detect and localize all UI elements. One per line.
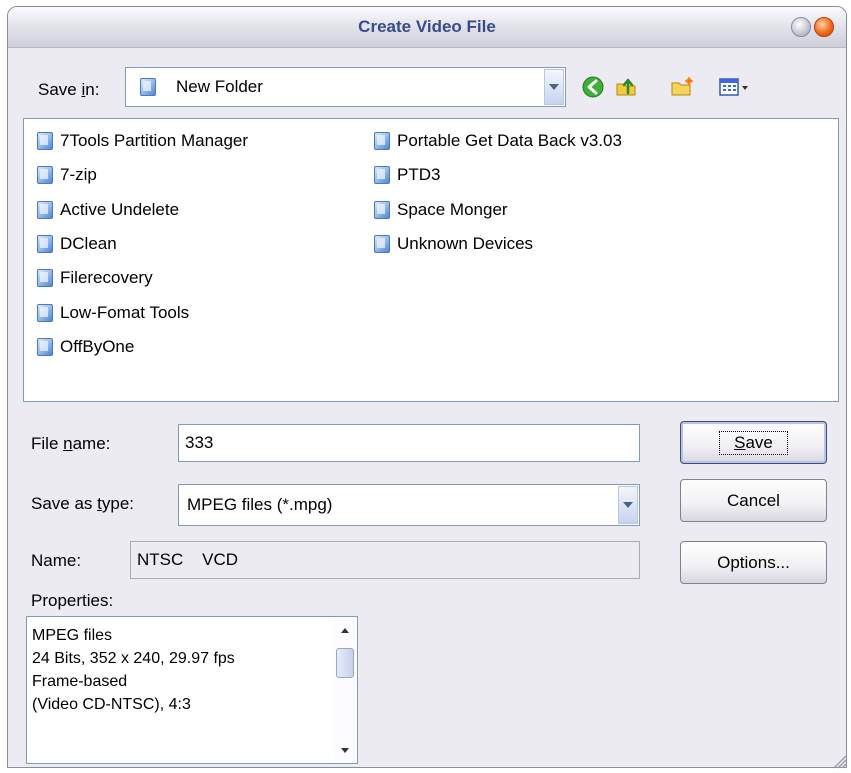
list-item[interactable]: 7Tools Partition Manager	[37, 128, 248, 154]
file-name-label: File name:	[31, 434, 111, 453]
folder-icon	[37, 337, 53, 356]
close-button[interactable]	[814, 17, 834, 37]
folder-icon	[37, 303, 53, 322]
list-item-label: Unknown Devices	[397, 233, 534, 253]
folder-icon	[374, 200, 390, 219]
list-item-label: Portable Get Data Back v3.03	[397, 131, 622, 150]
list-item[interactable]: Unknown Devices	[374, 231, 533, 257]
cancel-button[interactable]: Cancel	[680, 479, 827, 522]
list-item[interactable]: OffByOne	[37, 334, 134, 360]
scroll-up-icon[interactable]	[334, 620, 356, 640]
title-bar[interactable]: Create Video File	[8, 7, 846, 48]
file-name-value: 333	[185, 433, 214, 452]
list-item-label: Low-Fomat Tools	[60, 302, 190, 322]
folder-icon	[37, 166, 53, 185]
views-menu-icon[interactable]	[718, 75, 752, 99]
folder-icon	[37, 234, 53, 253]
list-item[interactable]: PTD3	[374, 162, 440, 188]
list-item-label: OffByOne	[60, 336, 135, 356]
save-in-value: New Folder	[176, 77, 263, 96]
save-as-type-label: Save as type:	[31, 494, 135, 513]
list-item[interactable]: Low-Fomat Tools	[37, 300, 189, 326]
folder-icon	[374, 166, 390, 185]
list-item-label: PTD3	[397, 165, 441, 185]
list-item-label: 7-zip	[60, 165, 97, 185]
save-in-label: Save in:	[38, 80, 100, 99]
folder-icon	[374, 132, 390, 150]
list-item-label: Space Monger	[397, 199, 508, 219]
minimize-button[interactable]	[791, 17, 811, 37]
list-item-label: Active Undelete	[60, 199, 180, 219]
property-line: 24 Bits, 352 x 240, 29.97 fps	[32, 650, 235, 667]
list-item-label: DClean	[60, 233, 117, 253]
properties-scrollbar[interactable]	[334, 618, 356, 762]
list-item[interactable]: Filerecovery	[37, 265, 153, 291]
file-list[interactable]: 7Tools Partition Manager 7-zip Active Unde…	[23, 118, 839, 402]
name-field: NTSC VCD	[130, 541, 640, 579]
property-line: (Video CD-NTSC), 4:3	[32, 696, 191, 713]
properties-label: Properties:	[31, 591, 114, 610]
scroll-thumb[interactable]	[336, 648, 354, 678]
list-item[interactable]: Space Monger	[374, 197, 508, 223]
folder-icon	[140, 78, 156, 96]
list-item[interactable]: Portable Get Data Back v3.03	[374, 128, 622, 154]
list-item[interactable]: DClean	[37, 231, 117, 257]
list-item-label: Filerecovery	[60, 268, 153, 288]
properties-box: MPEG files 24 Bits, 352 x 240, 29.97 fps…	[26, 616, 358, 764]
property-line: Frame-based	[32, 673, 128, 690]
chevron-down-icon[interactable]	[544, 69, 564, 105]
name-value: NTSC VCD	[137, 550, 239, 569]
save-as-type-value: MPEG files (*.mpg)	[187, 495, 333, 514]
folder-icon	[37, 200, 53, 219]
property-line: MPEG files	[32, 627, 113, 644]
name-label: Name:	[31, 551, 82, 570]
folder-icon	[37, 132, 53, 150]
save-as-type-dropdown[interactable]: MPEG files (*.mpg)	[178, 484, 640, 526]
new-folder-icon[interactable]	[670, 75, 694, 99]
folder-icon	[374, 234, 390, 253]
options-button[interactable]: Options...	[680, 541, 827, 584]
chevron-down-icon[interactable]	[618, 486, 638, 524]
file-name-input[interactable]: 333	[178, 424, 640, 462]
scroll-down-icon[interactable]	[334, 740, 356, 760]
window-title: Create Video File	[358, 17, 496, 36]
resize-grip-icon[interactable]	[831, 753, 847, 769]
folder-icon	[37, 269, 53, 288]
back-arrow-icon[interactable]	[581, 75, 605, 99]
list-item-label: 7Tools Partition Manager	[60, 131, 249, 150]
up-folder-icon[interactable]	[614, 75, 638, 99]
save-in-dropdown[interactable]: New Folder	[125, 67, 566, 107]
save-button[interactable]: Save	[680, 421, 827, 464]
list-item[interactable]: Active Undelete	[37, 197, 179, 223]
list-item[interactable]: 7-zip	[37, 162, 97, 188]
